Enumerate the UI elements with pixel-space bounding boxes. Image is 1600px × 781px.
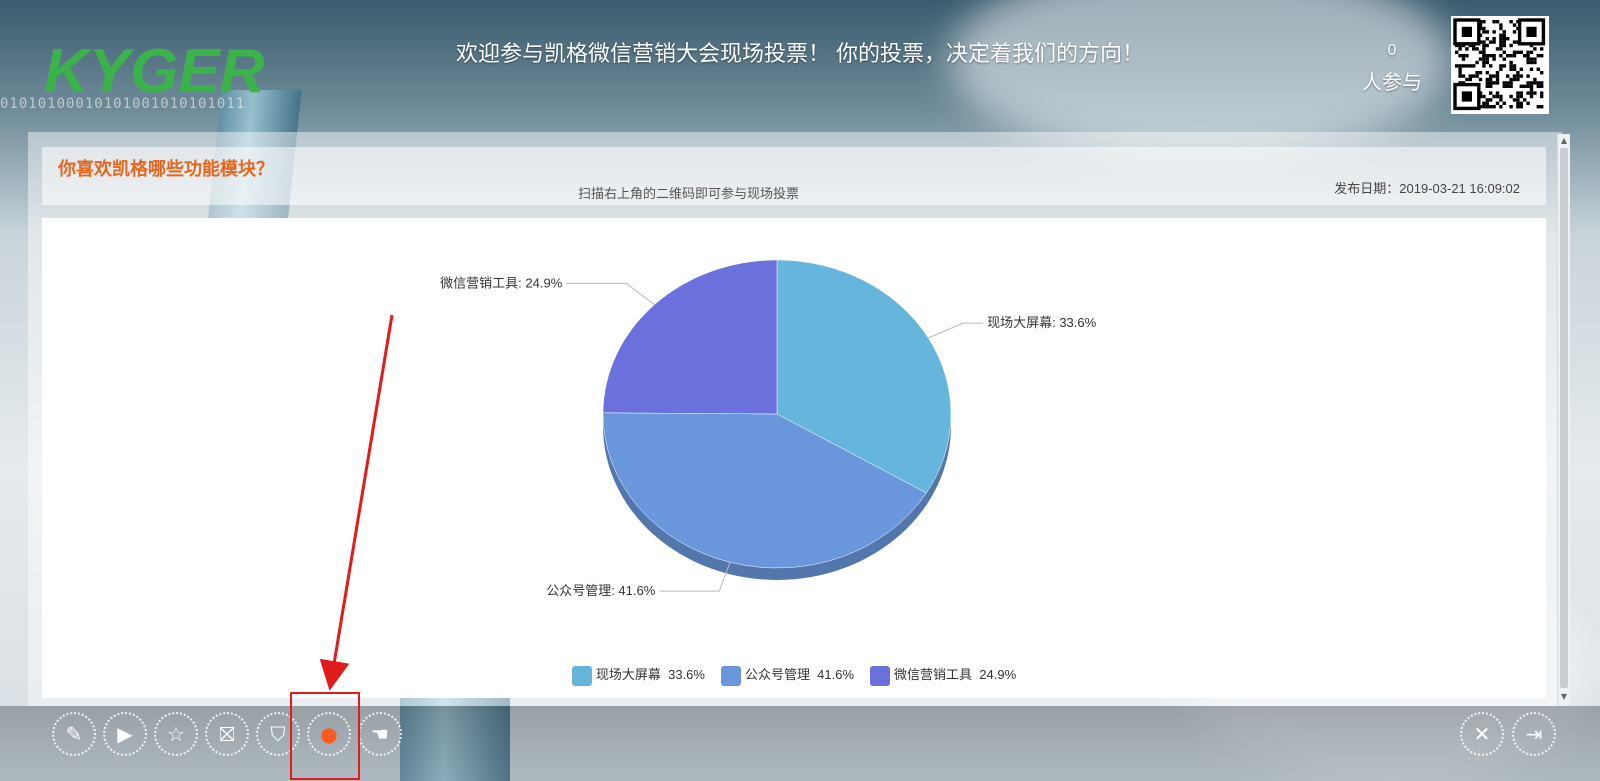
pie-chart: 现场大屏幕: 33.6% 公众号管理: 41.6% 微信营销工具: 24.9% <box>440 259 1097 598</box>
legend-label: 微信营销工具 24.9% <box>894 667 1017 682</box>
pie-leader-line <box>566 282 655 306</box>
legend-item[interactable]: 微信营销工具 24.9% <box>870 664 1016 686</box>
star-icon: ☆ <box>167 722 185 746</box>
more-button[interactable]: ☚ <box>358 712 402 756</box>
qr-code <box>1451 16 1549 114</box>
pie-leader-line <box>928 322 984 339</box>
scrollbar-thumb[interactable] <box>1560 148 1568 688</box>
pie-data-label: 现场大屏幕: 33.6% <box>987 315 1097 330</box>
exit-button[interactable]: ⇥ <box>1512 712 1556 756</box>
hand-icon: ☚ <box>371 722 389 746</box>
fullscreen-icon: ✕ <box>1473 722 1491 746</box>
participant-count: 0 <box>1387 42 1397 59</box>
legend-item[interactable]: 公众号管理 41.6% <box>720 664 855 686</box>
participant-label: 人参与 <box>1362 72 1422 94</box>
play-button[interactable]: ▶ <box>103 712 147 756</box>
pie-data-label: 公众号管理: 41.6% <box>546 583 656 598</box>
edit-button[interactable]: ✎ <box>52 712 96 756</box>
scan-hint: 扫描右上角的二维码即可参与现场投票 <box>578 186 800 201</box>
gift-button[interactable]: ⛝ <box>205 712 249 756</box>
question-title: 你喜欢凯格哪些功能模块？ <box>58 159 274 179</box>
participant-counter: 0 人参与 <box>1352 42 1432 95</box>
highlight-box <box>290 692 360 780</box>
gift-icon: ⛝ <box>219 722 235 746</box>
legend-item[interactable]: 现场大屏幕 33.6% <box>571 664 705 686</box>
chart-legend: 现场大屏幕 33.6% 公众号管理 41.6% 微信营销工具 24.9% <box>42 664 1546 686</box>
vertical-scrollbar[interactable]: ▲ ▼ <box>1557 134 1570 706</box>
favorite-button[interactable]: ☆ <box>154 712 198 756</box>
fullscreen-button[interactable]: ✕ <box>1460 712 1504 756</box>
legend-swatch <box>870 665 891 686</box>
pencil-icon: ✎ <box>65 722 83 746</box>
scroll-up-icon[interactable]: ▲ <box>1560 136 1568 146</box>
publish-date: 发布日期：2019-03-21 16:09:02 <box>1334 181 1520 196</box>
play-icon: ▶ <box>117 722 133 746</box>
pie-data-label: 微信营销工具: 24.9% <box>440 275 563 290</box>
legend-swatch <box>720 665 741 686</box>
scroll-down-icon[interactable]: ▼ <box>1560 692 1568 702</box>
chart-area: 现场大屏幕: 33.6% 公众号管理: 41.6% 微信营销工具: 24.9% 现场… <box>42 218 1546 698</box>
legend-swatch <box>571 665 592 686</box>
exit-icon: ⇥ <box>1525 722 1543 746</box>
legend-label: 现场大屏幕 33.6% <box>595 667 705 682</box>
shirt-icon: ⛉ <box>270 722 286 746</box>
pie-slice <box>602 259 778 415</box>
legend-label: 公众号管理 41.6% <box>744 667 855 682</box>
